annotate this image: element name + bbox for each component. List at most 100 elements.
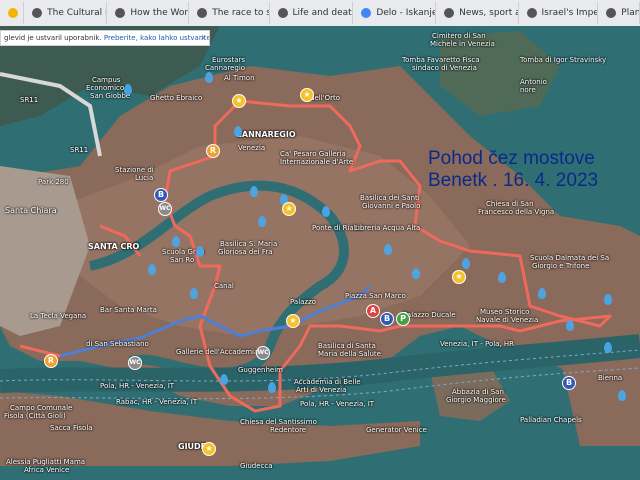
ferry-label: Rabac, HR - Venezia, IT (116, 398, 198, 406)
star-marker[interactable]: ★ (286, 314, 300, 328)
close-icon[interactable]: × (200, 31, 206, 45)
map-label: Libreria Acqua Alta (354, 224, 421, 232)
route-pin-r2[interactable]: R (44, 354, 58, 368)
map-label: Park 280 (38, 178, 69, 186)
info-banner: glevid je ustvaril uporabnik. Preberite,… (0, 30, 210, 46)
web-icon (115, 8, 126, 18)
web-icon (606, 8, 617, 18)
poi-marker[interactable] (220, 374, 228, 385)
poi-marker[interactable] (250, 186, 258, 197)
map-label: dell'Orto (310, 94, 340, 102)
map-label: Generator Venice (366, 426, 427, 434)
toilet-pin[interactable]: WC (256, 346, 270, 360)
route-pin-a[interactable]: A (366, 304, 380, 318)
poi-marker[interactable] (190, 288, 198, 299)
poi-marker[interactable] (384, 244, 392, 255)
road-label: SR11 (20, 96, 39, 104)
poi-marker[interactable] (258, 216, 266, 227)
road-label: SR11 (70, 146, 89, 154)
poi-marker[interactable] (604, 342, 612, 353)
route-pin-b[interactable]: B (154, 188, 168, 202)
tab-label: Delo - Iskanje Goog... (376, 8, 437, 18)
district-label: CANNAREGIO (236, 130, 296, 139)
map-label: Eurostars (212, 56, 246, 64)
map-label: di San Sebastiano (86, 340, 149, 348)
bookmark-icon (8, 8, 18, 18)
map-label: Bienna (598, 374, 623, 382)
browser-tab[interactable]: How the World Ban... (109, 2, 190, 24)
poi-marker[interactable] (618, 390, 626, 401)
star-marker[interactable]: ★ (232, 94, 246, 108)
web-icon (32, 8, 43, 18)
map-label: Tomba di Igor Stravinsky (520, 56, 607, 64)
route-title-line1: Pohod čez mostove (428, 148, 595, 169)
browser-tab[interactable]: Life and death in Pa... (272, 2, 354, 24)
toilet-pin[interactable]: WC (158, 202, 172, 216)
route-title-overlay: Pohod čez mostove Benetk . 16. 4. 2023 (428, 148, 598, 192)
poi-marker[interactable] (234, 126, 242, 137)
poi-marker[interactable] (172, 236, 180, 247)
banner-link[interactable]: Preberite, kako lahko ustvarite svojega. (104, 34, 209, 42)
poi-marker[interactable] (412, 268, 420, 279)
map-label: Palazzo (290, 298, 317, 306)
poi-marker[interactable] (205, 72, 213, 83)
map-label: Canal (214, 282, 234, 290)
browser-tab[interactable] (2, 2, 25, 24)
web-icon (526, 8, 537, 18)
map-label: Basilica S. Maria (220, 240, 278, 248)
map-label: Arti di Venezia (296, 386, 347, 394)
web-icon (197, 8, 208, 18)
browser-tab[interactable]: Delo - Iskanje Goog... (355, 2, 437, 24)
web-icon (444, 8, 455, 18)
map-label: Abbazia di San (452, 388, 504, 396)
route-title-line2: Benetk . 16. 4. 2023 (428, 170, 599, 191)
star-marker[interactable]: ★ (300, 88, 314, 102)
poi-marker[interactable] (462, 258, 470, 269)
map-label: Palladian Chapels (520, 416, 582, 424)
poi-marker[interactable] (148, 264, 156, 275)
star-marker[interactable]: ★ (452, 270, 466, 284)
route-pin-b2[interactable]: B (380, 312, 394, 326)
poi-marker[interactable] (196, 246, 204, 257)
map-label: Scuola Dalmata dei Sa (530, 254, 610, 262)
district-label: SANTA CRO (88, 242, 140, 251)
poi-marker[interactable] (538, 288, 546, 299)
ferry-label: Pola, HR - Venezia, IT (100, 382, 175, 390)
poi-marker[interactable] (124, 84, 132, 95)
tab-label: Life and death in Pa... (292, 8, 353, 18)
browser-tab[interactable]: The Cultural Revolu... (26, 2, 108, 24)
map-label: Basilica dei Santi (360, 194, 420, 202)
map-label: Gallerie dell'Accademia (176, 348, 259, 356)
poi-marker[interactable] (566, 320, 574, 331)
browser-tab[interactable]: Israel's Impending... (521, 2, 599, 24)
tab-label: Israel's Impending... (541, 8, 598, 18)
pin-letter: WC (257, 349, 269, 356)
route-pin-r[interactable]: R (206, 144, 220, 158)
map-label: Ghetto Ebraico (150, 94, 203, 102)
pin-letter: R (209, 146, 217, 155)
poi-marker[interactable] (322, 206, 330, 217)
map-label: Santa Chiara (5, 206, 57, 215)
map-label: Chiesa del Santissimo (240, 418, 317, 426)
browser-tab[interactable]: Planisi (600, 2, 640, 24)
poi-marker[interactable] (498, 272, 506, 283)
pin-letter: B (383, 314, 391, 323)
pin-letter: B (565, 378, 573, 387)
route-pin-b3[interactable]: B (562, 376, 576, 390)
star-marker[interactable]: ★ (282, 202, 296, 216)
browser-tab[interactable]: News, sport and op... (438, 2, 519, 24)
route-pin-p[interactable]: P (396, 312, 410, 326)
ferry-label: Venezia, IT - Pola, HR (440, 340, 515, 348)
map-label: Museo Storico (480, 308, 530, 316)
tab-label: News, sport and op... (459, 8, 517, 18)
browser-tab[interactable]: The race to save a... (191, 2, 270, 24)
pin-letter: P (400, 314, 406, 323)
toilet-pin[interactable]: WC (128, 356, 142, 370)
pin-letter: R (47, 356, 55, 365)
poi-marker[interactable] (268, 382, 276, 393)
map-view[interactable]: Campus Economico San Giobbe Ghetto Ebrai… (0, 26, 640, 480)
map-label: Gloriosa dei Fra (218, 248, 273, 256)
poi-marker[interactable] (604, 294, 612, 305)
star-marker[interactable]: ★ (202, 442, 216, 456)
map-label: Stazione di (115, 166, 154, 174)
